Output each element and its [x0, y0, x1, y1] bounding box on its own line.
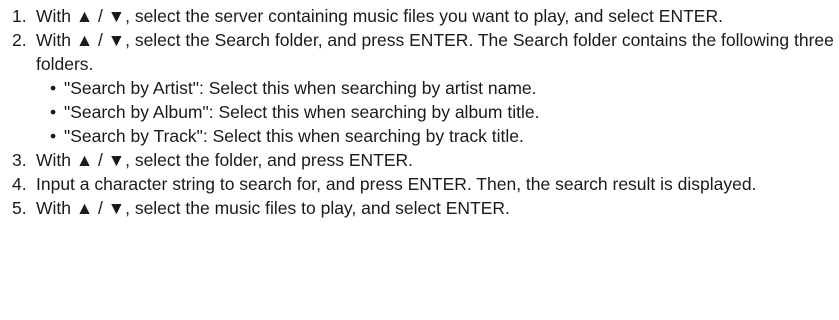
step-text: Input a character string to search for, … [36, 174, 757, 194]
step-number: 1. [12, 6, 27, 26]
step-text: With ▲ / ▼, select the music files to pl… [36, 198, 510, 218]
folder-description: "Search by Album": Select this when sear… [64, 102, 540, 122]
step-number: 5. [12, 198, 27, 218]
bullet-icon: • [50, 78, 57, 98]
step-item: 5. With ▲ / ▼, select the music files to… [10, 196, 839, 220]
steps-list: 1. With ▲ / ▼, select the server contain… [0, 4, 839, 220]
step-number: 4. [12, 174, 27, 194]
step-text: With ▲ / ▼, select the server containing… [36, 6, 723, 26]
step-item: 4. Input a character string to search fo… [10, 172, 839, 196]
instruction-document: 1. With ▲ / ▼, select the server contain… [0, 0, 839, 320]
step-text: With ▲ / ▼, select the folder, and press… [36, 150, 414, 170]
bullet-icon: • [50, 126, 57, 146]
bullet-icon: • [50, 102, 57, 122]
step-item: 2. With ▲ / ▼, select the Search folder,… [10, 28, 839, 148]
step-number: 3. [12, 150, 27, 170]
folder-list-item: • "Search by Track": Select this when se… [50, 124, 839, 148]
folder-list-item: • "Search by Artist": Select this when s… [50, 76, 839, 100]
step-text: With ▲ / ▼, select the Search folder, an… [36, 30, 834, 74]
step-item: 3. With ▲ / ▼, select the folder, and pr… [10, 148, 839, 172]
folder-description: "Search by Track": Select this when sear… [64, 126, 524, 146]
folder-description: "Search by Artist": Select this when sea… [64, 78, 537, 98]
folder-list: • "Search by Artist": Select this when s… [36, 76, 839, 148]
folder-list-item: • "Search by Album": Select this when se… [50, 100, 839, 124]
step-number: 2. [12, 30, 27, 50]
step-item: 1. With ▲ / ▼, select the server contain… [10, 4, 839, 28]
